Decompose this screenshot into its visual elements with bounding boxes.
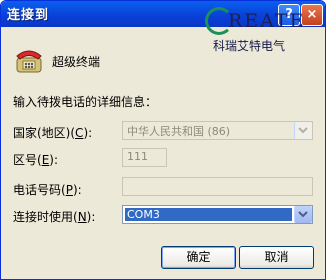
country-select: 中华人民共和国 (86)	[122, 121, 313, 140]
brand-watermark: REATE 科瑞艾特电气	[205, 1, 325, 61]
area-code-label: 区号(E):	[13, 153, 59, 167]
chevron-down-icon[interactable]	[294, 206, 312, 223]
details-prompt: 输入待拨电话的详细信息：	[13, 95, 158, 109]
window-title: 连接到	[7, 8, 50, 23]
connect-using-label: 连接时使用(N):	[13, 210, 96, 224]
app-name: 超级终端	[52, 55, 101, 69]
area-code-field: 111	[122, 148, 167, 167]
connect-to-dialog: 连接到 ? × REATE 科瑞艾特电气 超级终端 输入待拨电话的详细信息： 国…	[0, 0, 326, 280]
phone-icon	[13, 44, 45, 76]
area-code-value: 111	[127, 150, 148, 163]
connect-using-value: COM3	[125, 208, 292, 221]
country-select-value: 中华人民共和国 (86)	[127, 125, 231, 138]
phone-number-field	[122, 177, 313, 196]
brand-logo-text: REATE	[228, 10, 306, 32]
country-label: 国家(地区)(C):	[13, 126, 93, 140]
ok-button[interactable]: 确定	[161, 246, 236, 269]
phone-number-label: 电话号码(P):	[13, 183, 82, 197]
cancel-button[interactable]: 取消	[239, 246, 314, 269]
connect-using-select[interactable]: COM3	[122, 205, 313, 224]
chevron-down-icon	[294, 122, 312, 139]
brand-company-name: 科瑞艾特电气	[213, 39, 286, 53]
